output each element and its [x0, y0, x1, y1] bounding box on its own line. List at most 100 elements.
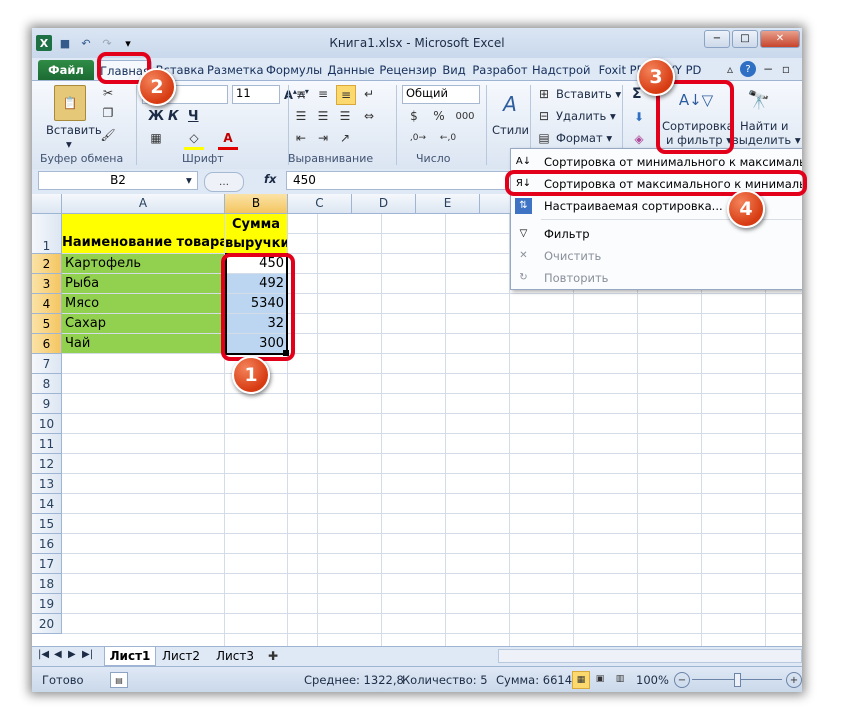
table-row-name[interactable]: Сахар [62, 314, 225, 334]
zoom-slider-thumb[interactable] [734, 673, 741, 687]
table-row-name[interactable]: Рыба [62, 274, 225, 294]
tab-formulas[interactable]: Формулы [266, 60, 322, 80]
zoom-level[interactable]: 100% [636, 673, 669, 687]
row-header[interactable]: 4 [32, 294, 62, 314]
row-header[interactable]: 6 [32, 334, 62, 354]
column-header-b[interactable]: B [225, 194, 288, 214]
styles-icon[interactable]: A [496, 89, 524, 119]
row-header[interactable]: 8 [32, 374, 62, 394]
row-header[interactable]: 15 [32, 514, 62, 534]
row-header[interactable]: 13 [32, 474, 62, 494]
row-header[interactable]: 12 [32, 454, 62, 474]
insert-sheet-icon[interactable]: ✚ [264, 648, 282, 664]
number-format-field[interactable]: Общий [402, 85, 480, 104]
increase-decimal-icon[interactable]: ,0→ [406, 129, 430, 147]
page-layout-view-icon[interactable]: ▣ [592, 671, 608, 687]
orientation-icon[interactable]: ↗ [336, 129, 354, 147]
paste-icon[interactable]: 📋 [54, 85, 86, 121]
comma-style-icon[interactable]: 000 [452, 107, 478, 125]
wrap-text-icon[interactable]: ↵ [360, 85, 378, 103]
row-header[interactable]: 18 [32, 574, 62, 594]
help-icon[interactable]: ? [740, 61, 756, 77]
maximize-button[interactable]: □ [732, 30, 758, 48]
row-header[interactable]: 19 [32, 594, 62, 614]
tab-page-layout[interactable]: Разметка [207, 60, 264, 80]
styles-button[interactable]: Стили [492, 123, 529, 137]
sheet-tab-3[interactable]: Лист3 [210, 647, 260, 665]
column-header-d[interactable]: D [352, 194, 416, 214]
percent-format-icon[interactable]: % [430, 107, 448, 125]
align-top-icon[interactable]: ≡ [292, 85, 310, 103]
column-header-e[interactable]: E [416, 194, 480, 214]
table-row-name[interactable]: Мясо [62, 294, 225, 314]
close-button[interactable]: ✕ [760, 30, 800, 48]
find-select-icon[interactable]: 🔭 [744, 85, 774, 115]
format-cells-button[interactable]: Формат ▾ [556, 131, 612, 145]
find-select-button-line2[interactable]: выделить ▾ [732, 133, 801, 147]
insert-cells-button[interactable]: Вставить ▾ [556, 87, 621, 101]
sheet-nav-last-icon[interactable]: ▶| [82, 649, 93, 660]
minimize-button[interactable]: − [704, 30, 730, 48]
decrease-decimal-icon[interactable]: ←,0 [436, 129, 460, 147]
name-box[interactable]: B2 [38, 171, 198, 190]
table-row-name[interactable]: Картофель [62, 254, 225, 274]
macro-record-icon[interactable]: ▤ [110, 672, 128, 688]
align-left-icon[interactable]: ☰ [292, 107, 310, 125]
fill-color-icon[interactable]: ◇ [184, 129, 204, 150]
bold-button[interactable]: Ж [148, 109, 164, 124]
tab-review[interactable]: Рецензир [378, 60, 438, 80]
page-break-view-icon[interactable]: ▥ [612, 671, 628, 687]
align-right-icon[interactable]: ☰ [336, 107, 354, 125]
column-header-c[interactable]: C [288, 194, 352, 214]
fill-icon[interactable]: ⬇ [630, 109, 648, 125]
tab-developer[interactable]: Разработ [472, 60, 528, 80]
align-middle-icon[interactable]: ≡ [314, 85, 332, 103]
currency-format-icon[interactable]: $ [404, 107, 424, 125]
cut-icon[interactable]: ✂ [100, 85, 116, 101]
cell-b1[interactable]: Сумма выручки [225, 214, 288, 254]
font-size-field[interactable]: 11 [232, 85, 280, 104]
italic-button[interactable]: К [168, 109, 179, 124]
tab-file[interactable]: Файл [38, 60, 94, 80]
row-header[interactable]: 9 [32, 394, 62, 414]
tab-addins[interactable]: Надстрой [532, 60, 590, 80]
delete-cells-icon[interactable]: ⊟ [536, 109, 552, 123]
row-header[interactable]: 10 [32, 414, 62, 434]
select-all-corner[interactable] [32, 194, 62, 214]
column-header-a[interactable]: A [62, 194, 225, 214]
find-select-button[interactable]: Найти и [740, 119, 788, 133]
name-box-dropdown-icon[interactable]: ▾ [186, 173, 192, 187]
window-restore-doc-icon[interactable]: ▫ [778, 61, 794, 77]
decrease-indent-icon[interactable]: ⇤ [292, 129, 310, 147]
borders-icon[interactable]: ▦ [146, 129, 166, 147]
insert-cells-icon[interactable]: ⊞ [536, 87, 552, 101]
row-header[interactable]: 3 [32, 274, 62, 294]
row-header[interactable]: 1 [32, 214, 62, 254]
menu-item-filter[interactable]: ▽ Фильтр [511, 223, 802, 245]
increase-indent-icon[interactable]: ⇥ [314, 129, 332, 147]
format-painter-icon[interactable]: 🖌 [100, 127, 116, 143]
cell-a1[interactable]: Наименование товара [62, 214, 225, 254]
normal-view-icon[interactable]: ▦ [572, 671, 590, 689]
window-minimize-doc-icon[interactable]: − [760, 61, 776, 77]
clear-icon[interactable]: ◈ [630, 131, 648, 147]
insert-function-button[interactable]: fx [264, 172, 276, 186]
paste-button[interactable]: Вставить [46, 123, 102, 137]
formula-bar-toggle-icon[interactable]: … [204, 172, 244, 192]
tab-view[interactable]: Вид [440, 60, 468, 80]
font-color-icon[interactable]: A [218, 129, 238, 150]
underline-button[interactable]: Ч [188, 109, 199, 124]
row-header[interactable]: 16 [32, 534, 62, 554]
paste-dropdown-icon[interactable]: ▾ [66, 137, 72, 151]
zoom-in-icon[interactable]: + [786, 672, 802, 688]
row-header[interactable]: 17 [32, 554, 62, 574]
horizontal-scrollbar[interactable] [498, 649, 802, 663]
merge-center-icon[interactable]: ⇔ [360, 107, 378, 125]
row-header[interactable]: 14 [32, 494, 62, 514]
ribbon-collapse-icon[interactable]: ▵ [722, 61, 738, 77]
copy-icon[interactable]: ❐ [100, 105, 116, 121]
sheet-nav-prev-icon[interactable]: ◀ [54, 649, 62, 660]
row-header[interactable]: 5 [32, 314, 62, 334]
sheet-tab-2[interactable]: Лист2 [156, 647, 206, 665]
sheet-tab-1[interactable]: Лист1 [104, 647, 156, 666]
